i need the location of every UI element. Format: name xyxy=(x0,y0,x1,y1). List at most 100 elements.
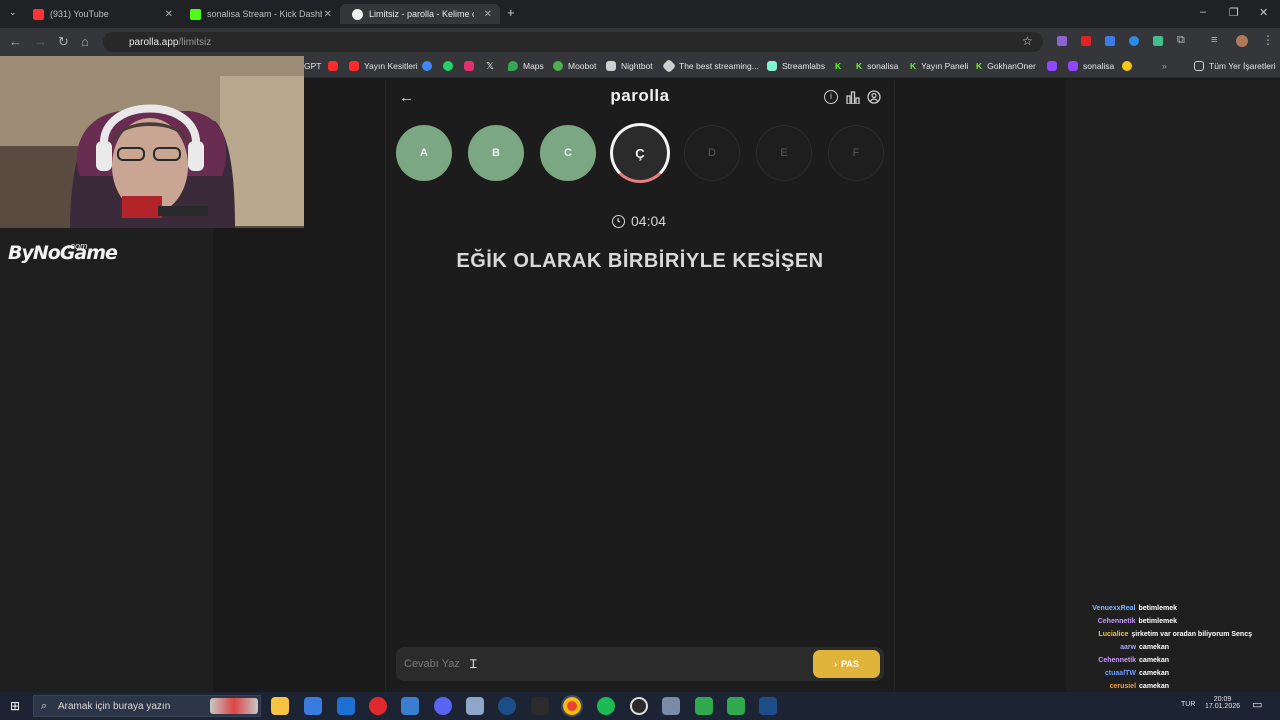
opera-icon[interactable] xyxy=(369,697,387,715)
bookmark-youtube[interactable] xyxy=(328,61,343,71)
kick-icon xyxy=(190,8,201,20)
bookmark-gokhanoner[interactable]: K GokhanOner xyxy=(976,61,1036,71)
url-field[interactable]: parolla.app/limitsiz xyxy=(103,32,1043,52)
info-icon[interactable]: i xyxy=(824,90,838,104)
chat-message: Cehennetik betimlemek xyxy=(1097,618,1177,625)
windows-start-icon[interactable]: ⊞ xyxy=(10,699,20,713)
bookmark-instagram[interactable] xyxy=(464,61,479,71)
pass-button[interactable]: › PAS xyxy=(813,650,880,678)
chat-message: cerusiel camekan xyxy=(1109,683,1169,690)
menu-kebab-icon[interactable]: ⋮ xyxy=(1262,33,1274,47)
instagram-icon xyxy=(464,61,474,71)
extension-icon[interactable] xyxy=(1153,36,1163,46)
answer-input[interactable] xyxy=(404,654,784,674)
x-icon: 𝕏 xyxy=(486,61,495,72)
bookmark-kick-sonalisa[interactable]: Ksonalisa xyxy=(856,61,898,71)
window-close-icon[interactable]: ✕ xyxy=(1259,6,1268,19)
epic-games-icon[interactable] xyxy=(531,697,549,715)
bookmark-streaming[interactable]: The best streaming... xyxy=(661,58,759,74)
minimize-icon[interactable]: – xyxy=(1200,6,1206,18)
bookmark-yayin-kesitleri[interactable]: Yayın Kesitleri xyxy=(349,61,418,71)
timer-value: 04:04 xyxy=(631,213,667,229)
close-tab-icon[interactable]: ✕ xyxy=(484,9,492,20)
tab-list-chevron-icon[interactable]: ⌄ xyxy=(9,7,17,18)
reload-icon[interactable]: ↻ xyxy=(58,34,69,50)
profile-avatar[interactable] xyxy=(1236,35,1248,47)
language-indicator[interactable]: TUR xyxy=(1181,701,1195,708)
bookmark-all[interactable]: Tüm Yer İşaretleri xyxy=(1194,61,1276,71)
back-arrow-icon[interactable]: ← xyxy=(9,34,22,49)
extensions-puzzle-icon[interactable]: ⧉ xyxy=(1177,34,1185,47)
stream-overlay-right xyxy=(1066,79,1280,692)
bookmark-star-icon[interactable]: ☆ xyxy=(1022,34,1033,48)
url-host: parolla.app xyxy=(129,36,179,48)
chat-message: Cehennetik camekan xyxy=(1098,657,1169,664)
stats-chart-icon[interactable] xyxy=(846,91,860,105)
reading-list-icon[interactable]: ≡ xyxy=(1211,34,1217,46)
notification-icon[interactable]: ▭ xyxy=(1252,698,1262,711)
extension-icon[interactable] xyxy=(1057,36,1067,46)
streamlabs-icon xyxy=(767,61,777,71)
mail-icon[interactable] xyxy=(337,697,355,715)
bookmark-yayin-paneli[interactable]: K Yayın Paneli xyxy=(910,61,968,71)
more-bookmarks-icon[interactable]: » xyxy=(1162,61,1167,71)
bookmark-x[interactable]: 𝕏 xyxy=(486,61,494,72)
tab-parolla[interactable]: Limitsiz - parolla - Kelime o ✕ xyxy=(340,4,500,24)
sponsor-logo: ByNoGame xyxy=(8,242,118,264)
bookmark-twitch-sonalisa[interactable]: sonalisa xyxy=(1068,61,1114,71)
maps-pin-icon xyxy=(508,61,518,71)
tab-kick-dashboard[interactable]: sonalisa Stream - Kick Dashboard ✕ xyxy=(190,4,340,24)
bookmark-nightbot[interactable]: Nightbot xyxy=(606,61,653,71)
obs-icon[interactable] xyxy=(630,697,648,715)
extension-icon[interactable] xyxy=(1105,36,1115,46)
letter-c: C xyxy=(540,125,596,181)
bookmark-maps[interactable]: Maps xyxy=(508,61,544,71)
url-path: /limitsiz xyxy=(178,36,212,48)
back-arrow-button[interactable]: ← xyxy=(399,89,414,106)
twitch-icon xyxy=(1047,61,1057,71)
clock[interactable]: 20:09 17.01.2026 xyxy=(1200,696,1245,710)
sponsor-logo-suffix: .com xyxy=(68,241,88,251)
home-icon[interactable]: ⌂ xyxy=(81,34,89,49)
close-tab-icon[interactable]: ✕ xyxy=(324,9,332,20)
bookmark-gpt[interactable]: GPT xyxy=(304,61,321,71)
bookmark-streamlabs[interactable]: Streamlabs xyxy=(767,61,825,71)
kick-icon: K xyxy=(910,61,917,71)
letter-b: B xyxy=(468,125,524,181)
store-icon[interactable] xyxy=(304,697,322,715)
kick-icon: K xyxy=(976,61,983,71)
question-text: EĞİK OLARAK BİRBİRİYLE KESİŞEN xyxy=(456,250,824,272)
steam-icon[interactable] xyxy=(498,697,516,715)
user-profile-icon[interactable] xyxy=(867,90,881,104)
kick-app-icon[interactable] xyxy=(695,697,713,715)
bookmark-google[interactable] xyxy=(422,61,437,71)
bookmark-whatsapp[interactable] xyxy=(443,61,458,71)
bookmark-kick[interactable]: K xyxy=(835,61,841,71)
file-explorer-icon[interactable] xyxy=(271,697,289,715)
app-icon[interactable] xyxy=(401,697,419,715)
new-tab-button[interactable]: + xyxy=(507,5,515,20)
kick-app-icon[interactable] xyxy=(727,697,745,715)
app-icon[interactable] xyxy=(466,697,484,715)
app-icon[interactable] xyxy=(662,697,680,715)
bookmark-twitch[interactable] xyxy=(1047,61,1062,71)
close-tab-icon[interactable]: ✕ xyxy=(165,9,173,20)
chrome-icon[interactable] xyxy=(561,695,583,717)
steam-icon[interactable] xyxy=(759,697,777,715)
tab-youtube[interactable]: (931) YouTube ✕ xyxy=(33,4,183,24)
discord-icon[interactable] xyxy=(434,697,452,715)
bookmark-moobot[interactable]: Moobot xyxy=(553,61,596,71)
forward-arrow-icon[interactable]: → xyxy=(34,34,47,49)
chevron-right-icon: › xyxy=(834,659,838,669)
windows-taskbar: ⊞ ⌕ Aramak için buraya yazın TUR 20:09 1… xyxy=(0,692,1280,720)
spotify-icon[interactable] xyxy=(597,697,615,715)
extension-icon[interactable] xyxy=(1129,36,1139,46)
diamond-icon xyxy=(661,58,677,74)
tab-label: sonalisa Stream - Kick Dashboard xyxy=(207,9,322,19)
chat-message: ctuaalTW camekan xyxy=(1104,670,1169,677)
taskbar-search[interactable]: ⌕ Aramak için buraya yazın xyxy=(33,695,261,717)
maximize-icon[interactable]: ❐ xyxy=(1229,6,1239,19)
webcam-feed xyxy=(0,56,304,228)
bookmark-emoji[interactable] xyxy=(1122,61,1137,71)
extension-icon[interactable] xyxy=(1081,36,1091,46)
